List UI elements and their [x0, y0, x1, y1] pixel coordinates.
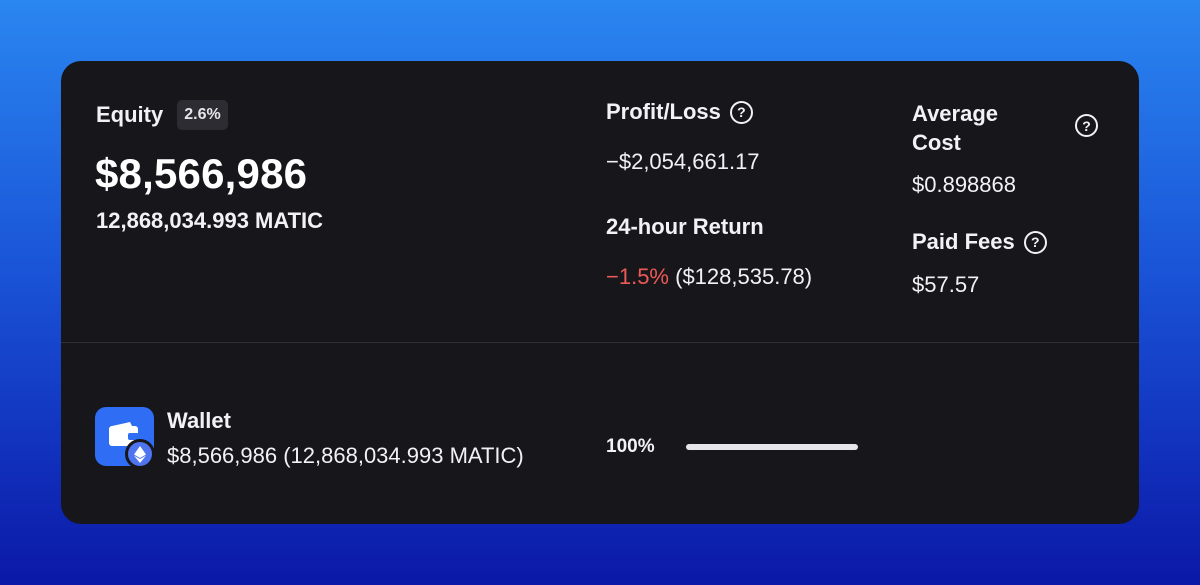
wallet-icon	[95, 407, 155, 469]
return-24h-percent: −1.5%	[606, 264, 669, 289]
equity-matic-amount: 12,868,034.993 MATIC	[96, 208, 324, 233]
position-summary: Equity 2.6% $8,566,986 12,868,034.993 MA…	[61, 61, 1139, 342]
paid-fees-header: Paid Fees ?	[912, 229, 1047, 255]
return-24h-label: 24-hour Return	[606, 214, 764, 239]
question-circle-icon[interactable]: ?	[1023, 230, 1047, 254]
allocation-percent: 100%	[606, 436, 655, 457]
profit-loss-label: Profit/Loss	[606, 99, 721, 124]
profit-loss-header: Profit/Loss ?	[606, 99, 753, 125]
average-cost-header: Average Cost ?	[912, 99, 1112, 157]
paid-fees-label: Paid Fees	[912, 229, 1015, 254]
return-24h-amount: ($128,535.78)	[675, 264, 813, 289]
wallet-title: Wallet	[167, 408, 231, 433]
profit-loss-value: −$2,054,661.17	[606, 149, 760, 174]
equity-header: Equity 2.6%	[96, 100, 228, 130]
wallet-row[interactable]: Wallet $8,566,986 (12,868,034.993 MATIC)…	[61, 343, 1139, 524]
position-card: Equity 2.6% $8,566,986 12,868,034.993 MA…	[61, 61, 1139, 524]
question-circle-icon[interactable]: ?	[729, 100, 753, 124]
average-cost-label: Average Cost	[912, 101, 999, 155]
equity-value: $8,566,986	[95, 150, 308, 197]
paid-fees-value: $57.57	[912, 272, 980, 297]
return-24h-value: −1.5% ($128,535.78)	[606, 264, 812, 290]
average-cost-value: $0.898868	[912, 172, 1016, 197]
question-circle-icon[interactable]: ?	[1075, 114, 1098, 137]
equity-label: Equity	[96, 102, 164, 127]
ethereum-icon	[125, 439, 155, 469]
equity-change-badge: 2.6%	[177, 100, 228, 130]
allocation-bar	[686, 444, 858, 450]
wallet-amount: $8,566,986 (12,868,034.993 MATIC)	[167, 443, 524, 468]
allocation-bar-fill	[686, 444, 858, 450]
